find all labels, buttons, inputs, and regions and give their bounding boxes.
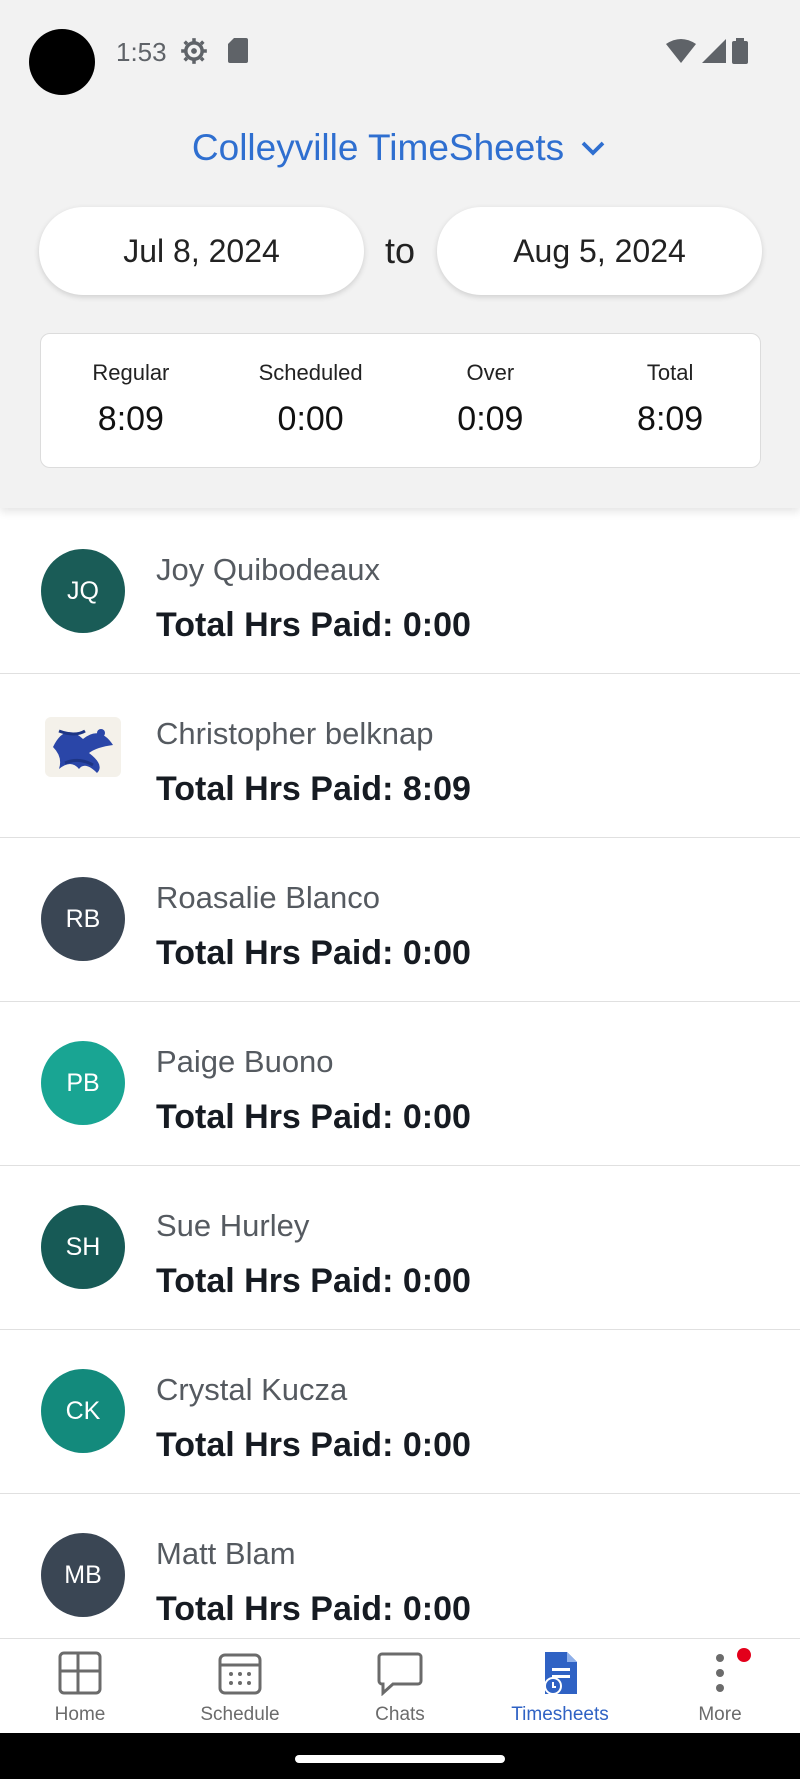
employee-name: Joy Quibodeaux bbox=[156, 552, 381, 587]
summary-regular: Regular 8:09 bbox=[41, 334, 221, 467]
status-time: 1:53 bbox=[116, 37, 167, 67]
gear-icon bbox=[181, 38, 207, 64]
avatar: CK bbox=[41, 1369, 125, 1453]
employee-list[interactable]: JQ Joy Quibodeaux Total Hrs Paid: 0:00 C… bbox=[0, 510, 800, 1638]
avatar-photo bbox=[45, 717, 121, 777]
notification-badge bbox=[737, 1648, 751, 1662]
summary-label: Scheduled bbox=[258, 360, 363, 385]
employee-name: Matt Blam bbox=[156, 1536, 296, 1571]
nav-chats[interactable]: Chats bbox=[320, 1639, 480, 1733]
employee-row[interactable]: PB Paige Buono Total Hrs Paid: 0:00 bbox=[0, 1002, 800, 1166]
nav-label: Home bbox=[54, 1704, 106, 1725]
system-gesture-bar bbox=[0, 1733, 800, 1779]
summary-label: Regular bbox=[92, 360, 170, 385]
avatar: MB bbox=[41, 1533, 125, 1617]
header: 1:53 Colleyville TimeSheets Jul 8, 2024 … bbox=[0, 0, 800, 508]
employee-hours: Total Hrs Paid: 0:00 bbox=[156, 606, 471, 644]
sd-card-icon bbox=[228, 38, 248, 63]
nav-schedule[interactable]: Schedule bbox=[160, 1639, 320, 1733]
employee-hours: Total Hrs Paid: 0:00 bbox=[156, 1098, 471, 1136]
hours-summary-card: Regular 8:09 Scheduled 0:00 Over 0:09 To… bbox=[40, 333, 761, 468]
bottom-nav: Home Schedule Chats Timesheets More bbox=[0, 1638, 800, 1733]
date-separator: to bbox=[384, 230, 416, 271]
home-gesture-handle[interactable] bbox=[295, 1755, 505, 1763]
employee-hours: Total Hrs Paid: 0:00 bbox=[156, 1426, 471, 1464]
chat-bubble-icon bbox=[377, 1652, 423, 1696]
start-date-button[interactable]: Jul 8, 2024 bbox=[39, 207, 364, 295]
end-date-button[interactable]: Aug 5, 2024 bbox=[437, 207, 762, 295]
employee-row[interactable]: CK Crystal Kucza Total Hrs Paid: 0:00 bbox=[0, 1330, 800, 1494]
employee-name: Sue Hurley bbox=[156, 1208, 310, 1243]
summary-over: Over 0:09 bbox=[401, 334, 581, 467]
summary-value: 8:09 bbox=[97, 400, 164, 438]
nav-label: Timesheets bbox=[511, 1704, 609, 1725]
summary-total: Total 8:09 bbox=[580, 334, 760, 467]
more-vertical-icon bbox=[716, 1654, 724, 1692]
nav-label: Schedule bbox=[200, 1704, 280, 1725]
nav-label: Chats bbox=[375, 1704, 425, 1725]
page-title: Colleyville TimeSheets bbox=[191, 127, 565, 168]
employee-hours: Total Hrs Paid: 0:00 bbox=[156, 1590, 471, 1628]
employee-name: Crystal Kucza bbox=[156, 1372, 348, 1407]
home-grid-icon bbox=[58, 1651, 102, 1695]
summary-value: 0:00 bbox=[277, 400, 344, 438]
employee-hours: Total Hrs Paid: 8:09 bbox=[156, 770, 471, 808]
employee-row[interactable]: SH Sue Hurley Total Hrs Paid: 0:00 bbox=[0, 1166, 800, 1330]
battery-icon bbox=[732, 38, 748, 64]
calendar-icon bbox=[218, 1653, 262, 1695]
camera-cutout bbox=[29, 29, 95, 95]
summary-label: Over bbox=[466, 360, 515, 385]
summary-value: 8:09 bbox=[637, 400, 704, 438]
timesheet-icon bbox=[544, 1652, 577, 1695]
nav-more[interactable]: More bbox=[640, 1639, 800, 1733]
wifi-icon bbox=[666, 39, 696, 63]
status-right bbox=[666, 37, 748, 65]
signal-icon bbox=[702, 39, 726, 63]
employee-name: Paige Buono bbox=[156, 1044, 334, 1079]
avatar: SH bbox=[41, 1205, 125, 1289]
summary-value: 0:09 bbox=[457, 400, 524, 438]
nav-timesheets[interactable]: Timesheets bbox=[480, 1639, 640, 1733]
employee-row[interactable]: Christopher belknap Total Hrs Paid: 8:09 bbox=[0, 674, 800, 838]
date-range: Jul 8, 2024 to Aug 5, 2024 bbox=[0, 207, 800, 295]
avatar: PB bbox=[41, 1041, 125, 1125]
summary-scheduled: Scheduled 0:00 bbox=[221, 334, 401, 467]
location-selector[interactable]: Colleyville TimeSheets bbox=[0, 120, 800, 176]
summary-label: Total bbox=[646, 360, 694, 385]
status-bar: 1:53 bbox=[0, 0, 800, 100]
nav-home[interactable]: Home bbox=[0, 1639, 160, 1733]
employee-row[interactable]: MB Matt Blam Total Hrs Paid: 0:00 bbox=[0, 1494, 800, 1638]
employee-hours: Total Hrs Paid: 0:00 bbox=[156, 934, 471, 972]
nav-label: More bbox=[698, 1704, 742, 1725]
employee-row[interactable]: RB Roasalie Blanco Total Hrs Paid: 0:00 bbox=[0, 838, 800, 1002]
employee-name: Christopher belknap bbox=[156, 716, 434, 751]
avatar: JQ bbox=[41, 549, 125, 633]
avatar: RB bbox=[41, 877, 125, 961]
timesheets-screen: 1:53 Colleyville TimeSheets Jul 8, 2024 … bbox=[0, 0, 800, 1779]
employee-name: Roasalie Blanco bbox=[156, 880, 381, 915]
employee-row[interactable]: JQ Joy Quibodeaux Total Hrs Paid: 0:00 bbox=[0, 510, 800, 674]
chevron-down-icon bbox=[581, 141, 605, 156]
employee-hours: Total Hrs Paid: 0:00 bbox=[156, 1262, 471, 1300]
